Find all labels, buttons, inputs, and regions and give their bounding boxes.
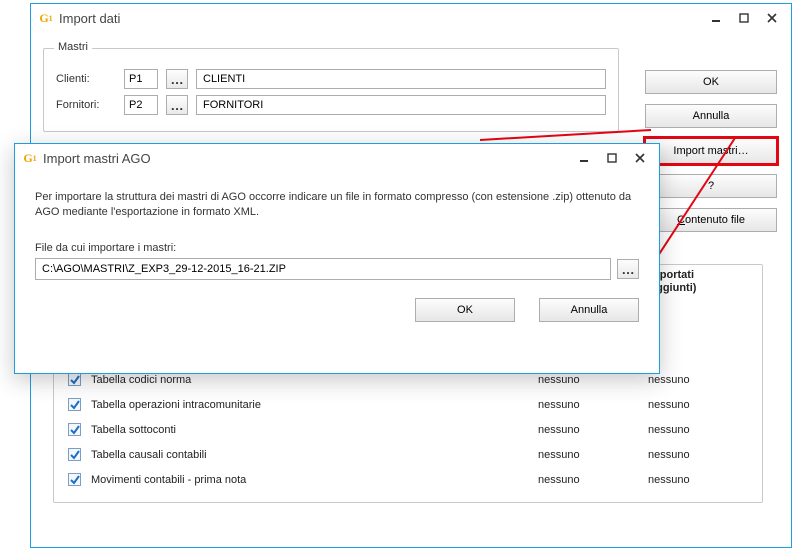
cell: nessuno [538,424,638,436]
list-item: Tabella sottoconti nessuno nessuno [66,417,750,442]
lookup-button[interactable]: … [166,69,188,89]
cell: nessuno [648,374,748,386]
contenuto-rest: ontenuto file [685,214,745,226]
contenuto-mnemo: C [677,214,685,226]
dialog-titlebar: G1 Import mastri AGO [15,144,659,172]
right-button-panel: OK Annulla Import mastri… ? Contenuto fi… [645,70,777,232]
item-label: Tabella causali contabili [91,449,528,461]
lookup-button[interactable]: … [166,95,188,115]
cell: nessuno [648,449,748,461]
mastri-name-input[interactable] [196,69,606,89]
minimize-icon[interactable] [709,11,723,25]
item-label: Movimenti contabili - prima nota [91,474,528,486]
main-window-title: Import dati [59,11,120,26]
mastri-row: Clienti: … [56,69,606,89]
cell: nessuno [538,399,638,411]
dialog-title: Import mastri AGO [43,151,151,166]
cancel-button[interactable]: Annulla [645,104,777,128]
mastri-fieldset: Mastri Clienti:…Fornitori:… [43,48,619,132]
mastri-code-input[interactable] [124,95,158,115]
file-path-input[interactable] [35,258,611,280]
checkbox[interactable] [68,373,81,386]
main-titlebar: G1 Import dati [31,4,791,32]
checkbox[interactable] [68,473,81,486]
mastri-row: Fornitori: … [56,95,606,115]
minimize-icon[interactable] [577,151,591,165]
item-label: Tabella codici norma [91,374,528,386]
list-item: Tabella causali contabili nessuno nessuno [66,442,750,467]
checkbox[interactable] [68,448,81,461]
cell: nessuno [538,374,638,386]
mastri-label: Clienti: [56,73,116,85]
browse-button[interactable]: … [617,259,639,279]
app-icon: G1 [39,11,53,25]
file-label: File da cui importare i mastri: [35,242,639,254]
cell: nessuno [648,424,748,436]
checkbox[interactable] [68,398,81,411]
dialog-ok-button[interactable]: OK [415,298,515,322]
mastri-name-input[interactable] [196,95,606,115]
checkbox[interactable] [68,423,81,436]
item-label: Tabella operazioni intracomunitarie [91,399,528,411]
cell: nessuno [538,474,638,486]
dialog-window: G1 Import mastri AGO Per importare la st… [14,143,660,374]
close-icon[interactable] [765,11,779,25]
contenuto-file-button[interactable]: Contenuto file [645,208,777,232]
close-icon[interactable] [633,151,647,165]
ok-button[interactable]: OK [645,70,777,94]
mastri-legend: Mastri [54,41,92,53]
list-item: Movimenti contabili - prima nota nessuno n… [66,467,750,492]
cell: nessuno [648,474,748,486]
mastri-label: Fornitori: [56,99,116,111]
app-icon: G1 [23,151,37,165]
import-mastri-button[interactable]: Import mastri… [645,138,777,164]
dialog-cancel-button[interactable]: Annulla [539,298,639,322]
help-button[interactable]: ? [645,174,777,198]
list-item: Tabella operazioni intracomunitarie nessu… [66,392,750,417]
dialog-help-text: Per importare la struttura dei mastri di… [35,190,639,220]
maximize-icon[interactable] [737,11,751,25]
maximize-icon[interactable] [605,151,619,165]
cell: nessuno [538,449,638,461]
mastri-code-input[interactable] [124,69,158,89]
cell: nessuno [648,399,748,411]
item-label: Tabella sottoconti [91,424,528,436]
